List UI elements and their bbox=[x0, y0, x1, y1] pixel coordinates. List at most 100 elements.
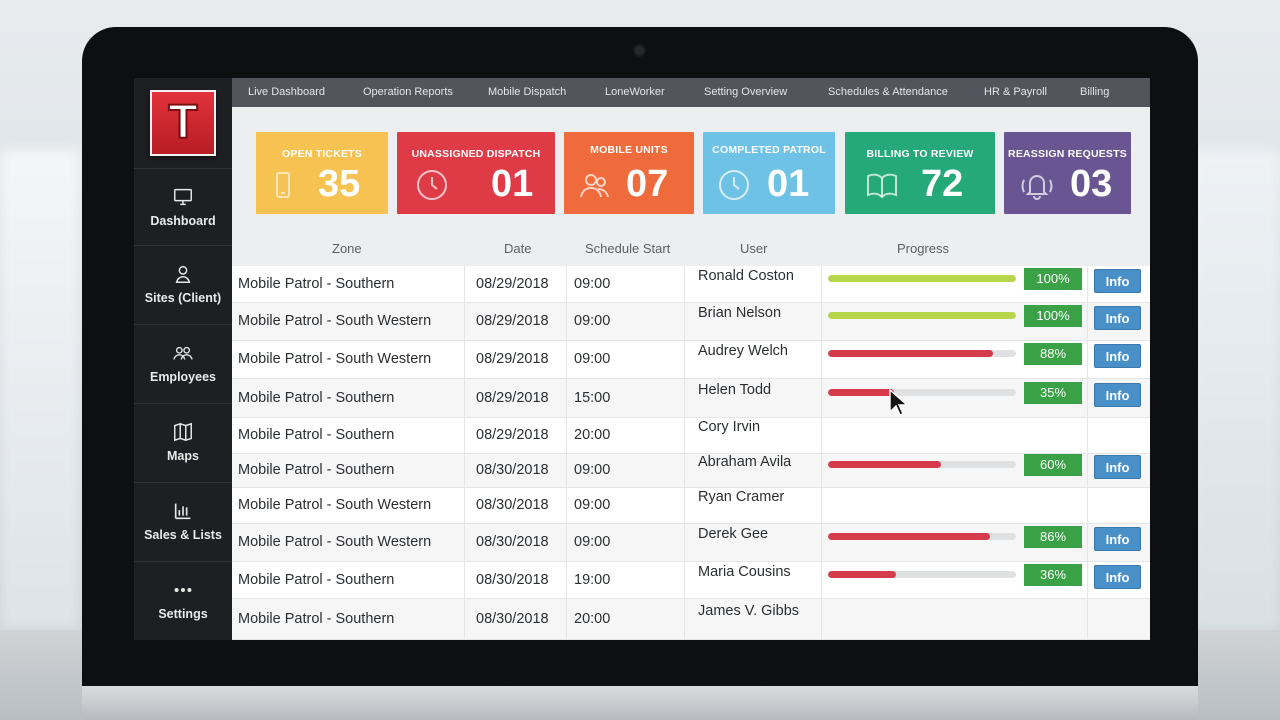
column-divider bbox=[1087, 341, 1088, 378]
progress-bar bbox=[828, 275, 1016, 282]
info-button[interactable]: Info bbox=[1094, 565, 1141, 589]
table-row[interactable]: Mobile Patrol - South Western 08/30/2018 0… bbox=[232, 524, 1150, 562]
zone-cell: Mobile Patrol - Southern bbox=[238, 427, 395, 443]
date-cell: 08/29/2018 bbox=[476, 351, 549, 367]
table-row[interactable]: Mobile Patrol - South Western 08/29/2018 0… bbox=[232, 341, 1150, 379]
info-button[interactable]: Info bbox=[1094, 269, 1141, 293]
tile-unassigned-dispatch[interactable]: UNASSIGNED DISPATCH 01 bbox=[397, 132, 555, 214]
column-divider bbox=[684, 488, 685, 523]
column-divider bbox=[1087, 599, 1088, 639]
table-row[interactable]: Mobile Patrol - Southern 08/30/2018 09:00 A… bbox=[232, 454, 1150, 488]
column-divider bbox=[566, 266, 567, 302]
tile-value: 07 bbox=[626, 163, 669, 205]
more-dots-icon bbox=[174, 587, 192, 593]
table-row[interactable]: Mobile Patrol - South Western 08/29/2018 0… bbox=[232, 303, 1150, 341]
info-button[interactable]: Info bbox=[1094, 527, 1141, 551]
nav-mobile-dispatch[interactable]: Mobile Dispatch bbox=[488, 86, 566, 98]
column-header-progress[interactable]: Progress bbox=[897, 241, 949, 256]
sidebar-item-settings[interactable]: Settings bbox=[134, 561, 232, 638]
progress-percent-badge: 86% bbox=[1024, 526, 1082, 548]
column-divider bbox=[821, 488, 822, 523]
background-window-left bbox=[0, 150, 80, 630]
column-divider bbox=[464, 488, 465, 523]
column-divider bbox=[566, 379, 567, 417]
info-button[interactable]: Info bbox=[1094, 383, 1141, 407]
table-row[interactable]: Mobile Patrol - Southern 08/29/2018 09:00 R… bbox=[232, 266, 1150, 303]
sidebar-item-label: Employees bbox=[149, 370, 216, 384]
laptop-chin bbox=[82, 686, 1198, 720]
date-cell: 08/30/2018 bbox=[476, 497, 549, 513]
schedule-start-cell: 09:00 bbox=[574, 276, 611, 292]
schedule-start-cell: 15:00 bbox=[574, 390, 611, 406]
tile-open-tickets[interactable]: OPEN TICKETS 35 bbox=[256, 132, 388, 214]
info-button[interactable]: Info bbox=[1094, 306, 1141, 330]
sidebar: T Dashboard Sites (Client) Employees Map… bbox=[134, 78, 232, 640]
progress-bar-fill bbox=[828, 275, 1016, 282]
nav-hr-payroll[interactable]: HR & Payroll bbox=[984, 86, 1047, 98]
user-cell: Cory Irvin bbox=[698, 419, 761, 435]
tile-value: 01 bbox=[491, 163, 534, 205]
sidebar-item-maps[interactable]: Maps bbox=[134, 403, 232, 480]
column-header-date[interactable]: Date bbox=[504, 241, 531, 256]
book-icon bbox=[867, 173, 897, 199]
user-cell: Abraham Avila bbox=[698, 454, 792, 470]
sidebar-item-employees[interactable]: Employees bbox=[134, 324, 232, 401]
bell-icon bbox=[1021, 175, 1053, 200]
building-icon bbox=[175, 265, 191, 283]
progress-percent-badge: 88% bbox=[1024, 343, 1082, 365]
table-row[interactable]: Mobile Patrol - Southern 08/30/2018 20:00 J… bbox=[232, 599, 1150, 640]
sidebar-item-sales-lists[interactable]: Sales & Lists bbox=[134, 482, 232, 559]
zone-cell: Mobile Patrol - Southern bbox=[238, 462, 395, 478]
sidebar-item-label: Settings bbox=[158, 607, 208, 621]
table-row[interactable]: Mobile Patrol - Southern 08/30/2018 19:00 M… bbox=[232, 562, 1150, 599]
progress-bar bbox=[828, 389, 1016, 396]
zone-cell: Mobile Patrol - Southern bbox=[238, 390, 395, 406]
tile-completed-patrol[interactable]: COMPLETED PATROL 01 bbox=[703, 132, 835, 214]
table-header: Zone Date Schedule Start User Progress bbox=[232, 229, 1150, 266]
zone-cell: Mobile Patrol - Southern bbox=[238, 611, 395, 627]
column-divider bbox=[684, 562, 685, 598]
sidebar-item-label: Maps bbox=[167, 449, 199, 463]
app-logo[interactable]: T bbox=[150, 90, 216, 156]
user-cell: James V. Gibbs bbox=[698, 603, 800, 619]
nav-setting-overview[interactable]: Setting Overview bbox=[704, 86, 787, 98]
column-divider bbox=[821, 562, 822, 598]
tile-title: UNASSIGNED DISPATCH bbox=[411, 148, 541, 160]
column-divider bbox=[464, 562, 465, 598]
tile-value: 72 bbox=[921, 163, 964, 205]
table-row[interactable]: Mobile Patrol - Southern 08/29/2018 20:00 C… bbox=[232, 418, 1150, 454]
nav-schedules-attendance[interactable]: Schedules & Attendance bbox=[828, 86, 948, 98]
info-button[interactable]: Info bbox=[1094, 344, 1141, 368]
monitor-icon bbox=[174, 188, 192, 206]
column-divider bbox=[1087, 562, 1088, 598]
progress-percent-badge: 60% bbox=[1024, 454, 1082, 476]
table-row[interactable]: Mobile Patrol - South Western 08/30/2018 0… bbox=[232, 488, 1150, 524]
tile-billing-to-review[interactable]: BILLING TO REVIEW 72 bbox=[845, 132, 995, 214]
people-icon bbox=[580, 174, 609, 198]
table-row[interactable]: Mobile Patrol - Southern 08/29/2018 15:00 H… bbox=[232, 379, 1150, 418]
column-divider bbox=[821, 599, 822, 639]
sidebar-item-sites-client[interactable]: Sites (Client) bbox=[134, 245, 232, 322]
tile-mobile-units[interactable]: MOBILE UNITS 07 bbox=[564, 132, 694, 214]
sidebar-item-dashboard[interactable]: Dashboard bbox=[134, 168, 232, 245]
nav-operation-reports[interactable]: Operation Reports bbox=[363, 86, 453, 98]
progress-bar bbox=[828, 350, 1016, 357]
column-divider bbox=[684, 524, 685, 561]
info-button[interactable]: Info bbox=[1094, 455, 1141, 479]
schedule-start-cell: 09:00 bbox=[574, 351, 611, 367]
logo-container[interactable]: T bbox=[134, 78, 232, 168]
column-divider bbox=[821, 524, 822, 561]
column-header-user[interactable]: User bbox=[740, 241, 767, 256]
column-header-schedule-start[interactable]: Schedule Start bbox=[585, 241, 670, 256]
schedule-start-cell: 19:00 bbox=[574, 572, 611, 588]
nav-billing[interactable]: Billing bbox=[1080, 86, 1109, 98]
tile-reassign-requests[interactable]: REASSIGN REQUESTS 03 bbox=[1004, 132, 1131, 214]
progress-percent-badge: 35% bbox=[1024, 382, 1082, 404]
column-divider bbox=[464, 524, 465, 561]
nav-live-dashboard[interactable]: Live Dashboard bbox=[248, 86, 325, 98]
user-cell: Audrey Welch bbox=[698, 343, 788, 359]
column-header-zone[interactable]: Zone bbox=[332, 241, 362, 256]
column-divider bbox=[1087, 454, 1088, 487]
nav-loneworker[interactable]: LoneWorker bbox=[605, 86, 665, 98]
column-divider bbox=[684, 341, 685, 378]
